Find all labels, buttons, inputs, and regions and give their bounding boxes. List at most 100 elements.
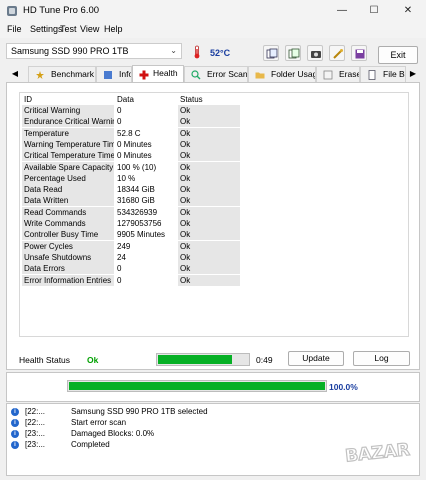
erase-icon [323, 70, 333, 80]
benchmark-icon [36, 71, 44, 79]
cell-id: Endurance Critical Warning [22, 116, 114, 128]
drive-select-value: Samsung SSD 990 PRO 1TB [11, 46, 129, 56]
cell-id: Controller Busy Time [22, 229, 114, 241]
cell-id: Temperature [22, 127, 114, 139]
cell-id: Available Spare Capacity [22, 161, 114, 173]
cell-status: Ok [178, 274, 240, 286]
cell-data: 0 Minutes [117, 151, 152, 161]
title-bar: HD Tune Pro 6.00 — ☐ ✕ [0, 0, 426, 22]
menu-test[interactable]: Test [60, 24, 77, 34]
table-row[interactable]: Available Spare Capacity 100 % (10) Ok [20, 161, 408, 173]
log-entry: i [22:... Samsung SSD 990 PRO 1TB select… [11, 407, 411, 418]
error-scan-icon [191, 70, 201, 80]
svg-text:BAZAR: BAZAR [344, 440, 410, 466]
health-progress-bar [156, 353, 250, 366]
menu-settings[interactable]: Settings [30, 24, 63, 34]
cell-data: 31680 GiB [117, 196, 155, 206]
cell-status: Ok [178, 161, 240, 173]
tab-erase[interactable]: Erase [316, 66, 360, 82]
update-button[interactable]: Update [288, 351, 344, 366]
table-row[interactable]: Read Commands 534326939 Ok [20, 206, 408, 218]
tab-scroll-right-icon[interactable]: ▶ [408, 66, 418, 82]
toolbar: Samsung SSD 990 PRO 1TB ⌄ 52°C [0, 40, 426, 68]
table-row[interactable]: Error Information Entries 0 Ok [20, 274, 408, 286]
log-message: Samsung SSD 990 PRO 1TB selected [71, 407, 208, 416]
tab-info[interactable]: Info [96, 66, 132, 82]
info-icon: i [11, 441, 19, 449]
tab-health[interactable]: Health [132, 65, 184, 83]
cell-id: Error Information Entries [22, 274, 114, 286]
copy-info-button[interactable] [263, 45, 279, 61]
menu-file[interactable]: File [7, 24, 22, 34]
screenshot-icon [311, 51, 321, 58]
tab-folder-usage[interactable]: Folder Usage [248, 66, 316, 82]
log-time: [22:... [25, 407, 46, 416]
drive-select[interactable]: Samsung SSD 990 PRO 1TB ⌄ [6, 43, 182, 59]
cell-status: Ok [178, 127, 240, 139]
cell-status: Ok [178, 172, 240, 184]
cell-id: Critical Temperature Time [22, 150, 114, 162]
options-button[interactable] [329, 45, 345, 61]
maximize-button[interactable]: ☐ [362, 3, 386, 19]
info-icon: i [11, 408, 19, 416]
column-id: ID [24, 95, 32, 104]
cell-status: Ok [178, 116, 240, 128]
cell-id: Critical Warning [22, 105, 114, 116]
table-row[interactable]: Power Cycles 249 Ok [20, 240, 408, 252]
table-row[interactable]: Controller Busy Time 9905 Minutes Ok [20, 229, 408, 241]
tab-strip: ◀ Benchmark Info Health Error Scan Folde… [0, 65, 426, 83]
table-row[interactable]: Data Read 18344 GiB Ok [20, 184, 408, 196]
log-message: Start error scan [71, 418, 127, 427]
copy-screen-icon [288, 48, 300, 59]
temperature-readout: 52°C [210, 48, 231, 58]
screenshot-button[interactable] [307, 45, 323, 61]
table-row[interactable]: Temperature 52.8 C Ok [20, 127, 408, 139]
cell-status: Ok [178, 195, 240, 207]
tab-benchmark[interactable]: Benchmark [28, 66, 96, 82]
save-button[interactable] [351, 45, 367, 61]
table-row[interactable]: Percentage Used 10 % Ok [20, 172, 408, 184]
tab-file-benchmark[interactable]: File B... [360, 66, 406, 82]
options-icon [333, 49, 343, 59]
info-icon: i [11, 430, 19, 438]
table-row[interactable]: Unsafe Shutdowns 24 Ok [20, 251, 408, 263]
menu-view[interactable]: View [80, 24, 99, 34]
cell-data: 1279053756 [117, 219, 162, 228]
cell-data: 52.8 C [117, 128, 141, 138]
tab-error-scan[interactable]: Error Scan [184, 66, 248, 82]
cell-data: 0 [117, 106, 122, 115]
minimize-button[interactable]: — [330, 3, 354, 19]
cell-id: Unsafe Shutdowns [22, 251, 114, 263]
table-row[interactable]: Endurance Critical Warning 0 Ok [20, 116, 408, 128]
cell-id: Warning Temperature Time [22, 138, 114, 150]
bazar-watermark-logo: BAZAR [344, 439, 412, 466]
health-table: ID Data Status Critical Warning 0 Ok Endura… [19, 92, 409, 337]
exit-button[interactable]: Exit [378, 46, 418, 64]
close-button[interactable]: ✕ [396, 3, 420, 19]
copy-info-icon [266, 48, 278, 59]
table-row[interactable]: Critical Warning 0 Ok [20, 105, 408, 116]
copy-screen-button[interactable] [285, 45, 301, 61]
column-status: Status [180, 95, 203, 104]
table-row[interactable]: Data Written 31680 GiB Ok [20, 195, 408, 207]
tab-scroll-left-icon[interactable]: ◀ [10, 66, 20, 82]
health-panel: ID Data Status Critical Warning 0 Ok Endura… [6, 82, 420, 370]
cell-status: Ok [178, 218, 240, 229]
cell-data: 249 [117, 241, 131, 251]
table-row[interactable]: Write Commands 1279053756 Ok [20, 218, 408, 229]
tab-info-label: Info [119, 69, 132, 79]
info-icon [104, 71, 112, 79]
cell-status: Ok [178, 150, 240, 162]
cell-id: Data Read [22, 184, 114, 196]
table-row[interactable]: Critical Temperature Time 0 Minutes Ok [20, 150, 408, 162]
save-icon [355, 49, 365, 59]
table-row[interactable]: Data Errors 0 Ok [20, 263, 408, 275]
cell-data: 10 % [117, 173, 136, 183]
menu-help[interactable]: Help [104, 24, 123, 34]
thermometer-icon [194, 45, 200, 59]
log-button[interactable]: Log [353, 351, 410, 366]
cell-id: Data Errors [22, 263, 114, 275]
table-row[interactable]: Warning Temperature Time 0 Minutes Ok [20, 138, 408, 150]
table-header: ID Data Status [20, 93, 408, 105]
cell-data: 100 % (10) [117, 162, 157, 172]
